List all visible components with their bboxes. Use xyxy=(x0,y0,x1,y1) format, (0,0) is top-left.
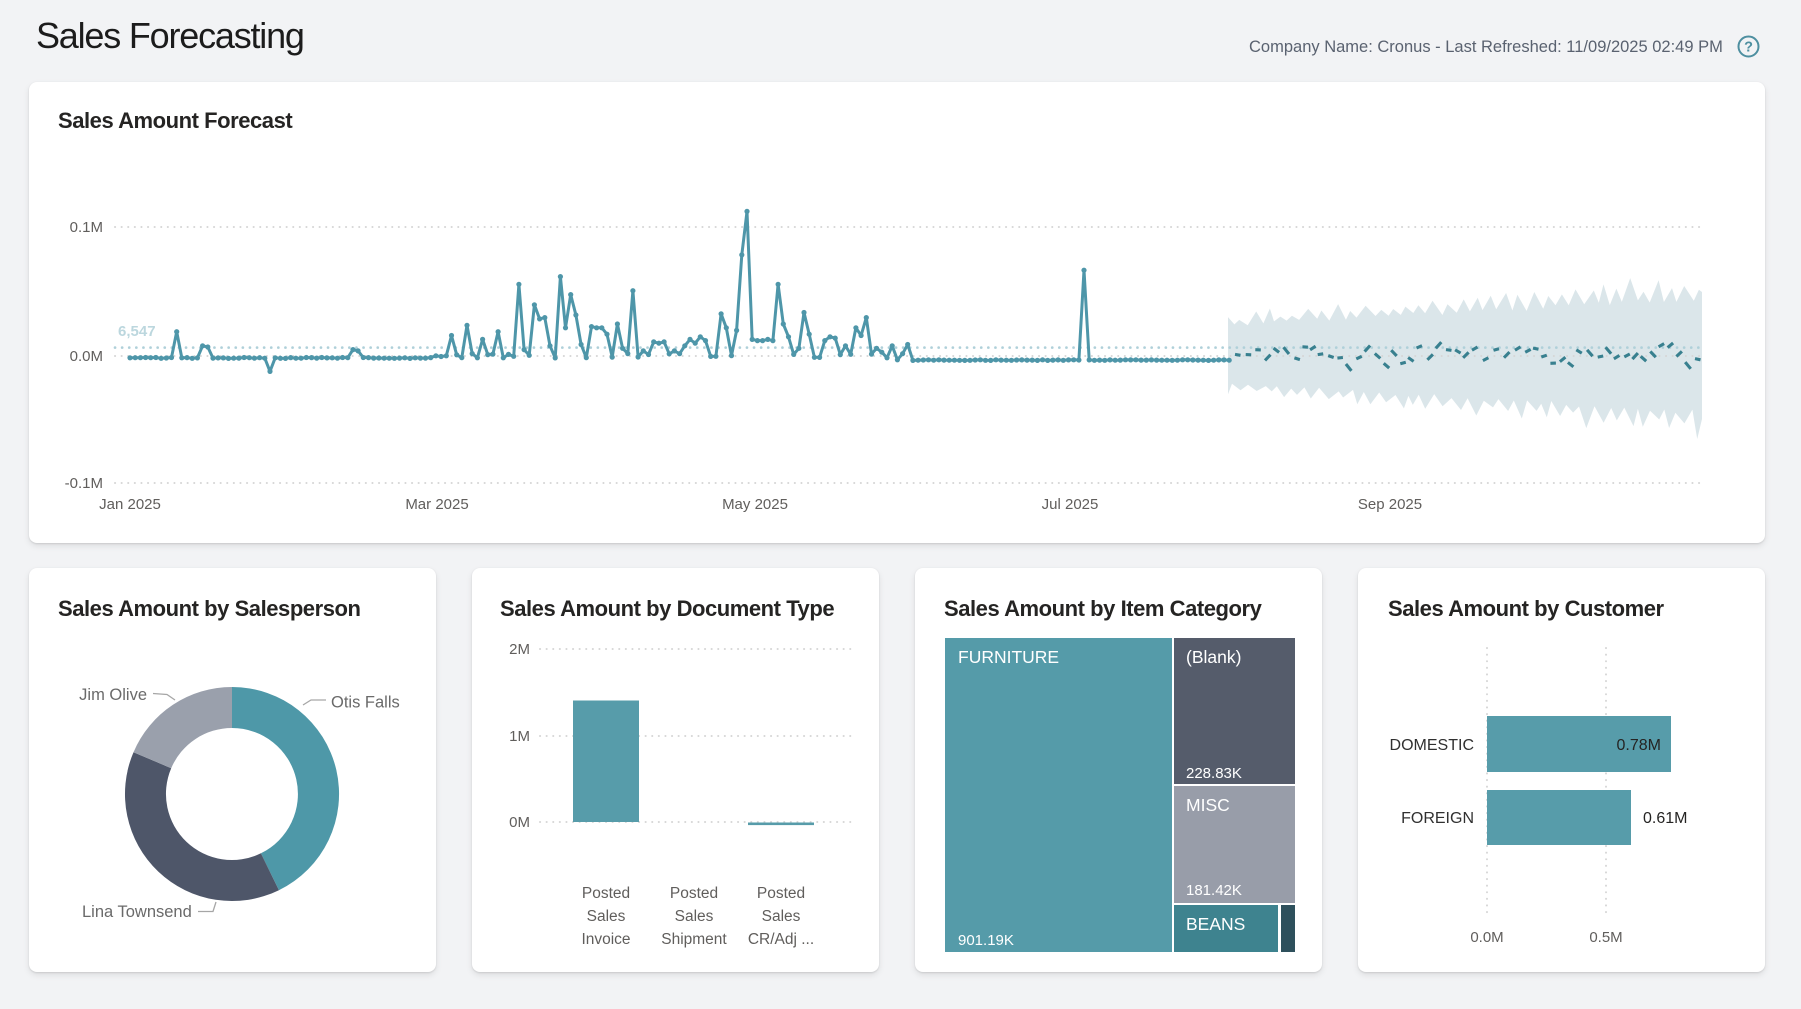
svg-text:Sales: Sales xyxy=(762,908,801,925)
svg-text:FURNITURE: FURNITURE xyxy=(958,647,1059,667)
svg-text:-0.1M: -0.1M xyxy=(65,475,103,492)
svg-text:Posted: Posted xyxy=(757,885,805,902)
svg-text:0.1M: 0.1M xyxy=(70,219,103,236)
svg-text:901.19K: 901.19K xyxy=(958,932,1014,949)
svg-text:181.42K: 181.42K xyxy=(1186,882,1242,899)
svg-text:Posted: Posted xyxy=(582,885,630,902)
svg-text:0M: 0M xyxy=(509,814,530,831)
svg-text:FOREIGN: FOREIGN xyxy=(1401,810,1474,827)
svg-text:2M: 2M xyxy=(509,641,530,658)
svg-text:CR/Adj ...: CR/Adj ... xyxy=(748,931,814,948)
svg-text:228.83K: 228.83K xyxy=(1186,765,1242,782)
svg-text:0.78M: 0.78M xyxy=(1617,737,1661,754)
svg-text:Jul 2025: Jul 2025 xyxy=(1042,496,1099,513)
svg-text:1M: 1M xyxy=(509,728,530,745)
svg-text:0.5M: 0.5M xyxy=(1589,929,1622,946)
svg-text:Sales: Sales xyxy=(675,908,714,925)
svg-text:Sales: Sales xyxy=(587,908,626,925)
svg-text:0.0M: 0.0M xyxy=(70,348,103,365)
svg-text:Jim Olive: Jim Olive xyxy=(79,686,147,704)
svg-text:DOMESTIC: DOMESTIC xyxy=(1390,737,1474,754)
svg-text:Mar 2025: Mar 2025 xyxy=(405,496,468,513)
svg-text:0.0M: 0.0M xyxy=(1470,929,1503,946)
svg-text:Jan 2025: Jan 2025 xyxy=(99,496,161,513)
svg-text:(Blank): (Blank) xyxy=(1186,647,1241,667)
svg-text:Otis Falls: Otis Falls xyxy=(331,694,400,712)
svg-text:0.61M: 0.61M xyxy=(1643,810,1687,827)
svg-text:Lina Townsend: Lina Townsend xyxy=(82,903,192,921)
svg-text:Sep 2025: Sep 2025 xyxy=(1358,496,1422,513)
svg-text:Shipment: Shipment xyxy=(661,931,727,948)
svg-text:Posted: Posted xyxy=(670,885,718,902)
svg-text:MISC: MISC xyxy=(1186,795,1230,815)
svg-text:May 2025: May 2025 xyxy=(722,496,788,513)
svg-text:?: ? xyxy=(1744,40,1753,56)
svg-text:Invoice: Invoice xyxy=(581,931,630,948)
svg-text:BEANS: BEANS xyxy=(1186,914,1245,934)
svg-text:6,547: 6,547 xyxy=(118,323,156,340)
